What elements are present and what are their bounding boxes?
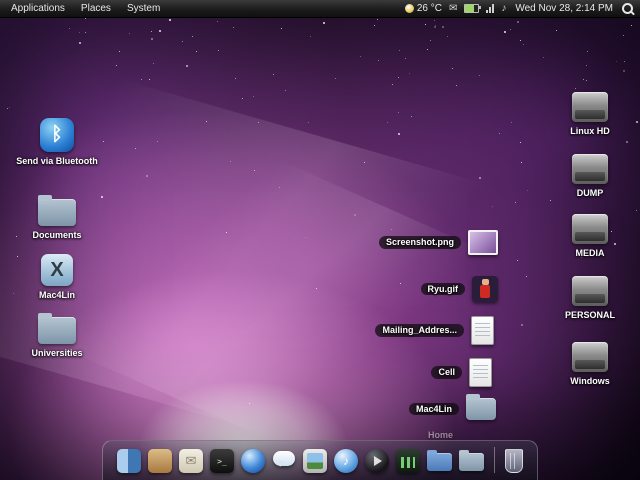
hard-drive-icon <box>572 276 608 306</box>
image-file-icon <box>468 230 498 255</box>
weather-temp: 26 °C <box>417 3 442 14</box>
desktop-icon-personal[interactable]: PERSONAL <box>552 276 628 320</box>
hard-drive-icon <box>572 342 608 372</box>
web-browser-icon[interactable] <box>241 449 265 473</box>
hard-drive-icon <box>572 92 608 122</box>
icon-label: Cell <box>431 366 462 378</box>
system-monitor-icon[interactable] <box>396 449 420 473</box>
dock-separator <box>494 447 495 473</box>
network-icon[interactable] <box>486 4 494 13</box>
folder-icon <box>466 398 496 420</box>
volume-icon[interactable]: ♪ <box>501 4 506 14</box>
photos-icon[interactable] <box>303 449 327 473</box>
desktop-icon-documents[interactable]: Documents <box>15 194 99 240</box>
icon-label: Screenshot.png <box>379 236 461 248</box>
icon-label: MEDIA <box>576 248 605 258</box>
dock <box>102 440 538 480</box>
mail-tray-icon[interactable]: ✉ <box>449 4 457 14</box>
bluetooth-icon <box>40 118 74 152</box>
file-manager-icon[interactable] <box>117 449 141 473</box>
desktop-icon-screenshot-png[interactable]: Screenshot.png <box>379 230 498 255</box>
folder-icon <box>38 199 76 226</box>
icon-label: DUMP <box>577 188 604 198</box>
desktop-icon-ryu-gif[interactable]: Ryu.gif <box>421 276 499 302</box>
icon-label: Documents <box>32 230 81 240</box>
desktop-icon-dump[interactable]: DUMP <box>552 154 628 198</box>
icon-label: Mac4Lin <box>409 403 459 415</box>
icon-label: PERSONAL <box>565 310 615 320</box>
desktop-icon-mac4lin-app[interactable]: Mac4Lin <box>15 254 99 300</box>
menu-places[interactable]: Places <box>74 2 118 15</box>
menu-applications[interactable]: Applications <box>4 2 72 15</box>
menu-system[interactable]: System <box>120 2 167 15</box>
hard-drive-icon <box>572 154 608 184</box>
desktop-icon-windows[interactable]: Windows <box>552 342 628 386</box>
weather-applet[interactable]: 26 °C <box>405 3 442 14</box>
x11-icon <box>41 254 73 286</box>
desktop-icon-cell[interactable]: Cell <box>431 358 492 387</box>
terminal-icon[interactable] <box>210 449 234 473</box>
battery-icon[interactable] <box>464 4 479 13</box>
clock-applet[interactable]: Wed Nov 28, 2:14 PM <box>513 3 615 14</box>
icon-label: Ryu.gif <box>421 283 466 295</box>
weather-icon <box>405 4 414 13</box>
home-folder-label: Home <box>428 430 453 440</box>
system-tray: 26 °C ✉ ♪ Wed Nov 28, 2:14 PM <box>405 3 636 14</box>
package-manager-icon[interactable] <box>148 449 172 473</box>
shared-folder-icon[interactable] <box>459 453 484 471</box>
document-file-icon <box>469 358 492 387</box>
icon-label: Mailing_Addres... <box>375 324 464 336</box>
icon-label: Send via Bluetooth <box>16 156 98 166</box>
desktop[interactable]: Send via Bluetooth Documents Mac4Lin Uni… <box>0 18 640 480</box>
desktop-icon-mac4lin-folder[interactable]: Mac4Lin <box>409 398 496 420</box>
music-player-icon[interactable] <box>334 449 358 473</box>
trash-icon[interactable] <box>505 449 523 473</box>
sprite-file-icon <box>472 276 498 302</box>
menubar: Applications Places System 26 °C ✉ ♪ Wed… <box>0 0 640 18</box>
desktop-icon-linux-hd[interactable]: Linux HD <box>552 92 628 136</box>
desktop-icon-universities[interactable]: Universities <box>15 312 99 358</box>
desktop-icon-media[interactable]: MEDIA <box>552 214 628 258</box>
media-player-icon[interactable] <box>365 449 389 473</box>
hard-drive-icon <box>572 214 608 244</box>
chat-icon[interactable] <box>272 449 296 473</box>
icon-label: Mac4Lin <box>39 290 75 300</box>
mail-app-icon[interactable] <box>179 449 203 473</box>
folder-icon <box>38 317 76 344</box>
document-file-icon <box>471 316 494 345</box>
icon-label: Universities <box>31 348 82 358</box>
icon-label: Windows <box>570 376 609 386</box>
search-icon[interactable] <box>622 3 633 14</box>
menu-group: Applications Places System <box>4 2 167 15</box>
desktop-icon-mailing-address[interactable]: Mailing_Addres... <box>375 316 494 345</box>
icon-label: Linux HD <box>570 126 610 136</box>
documents-folder-icon[interactable] <box>427 453 452 471</box>
desktop-icon-send-via-bluetooth[interactable]: Send via Bluetooth <box>15 118 99 166</box>
